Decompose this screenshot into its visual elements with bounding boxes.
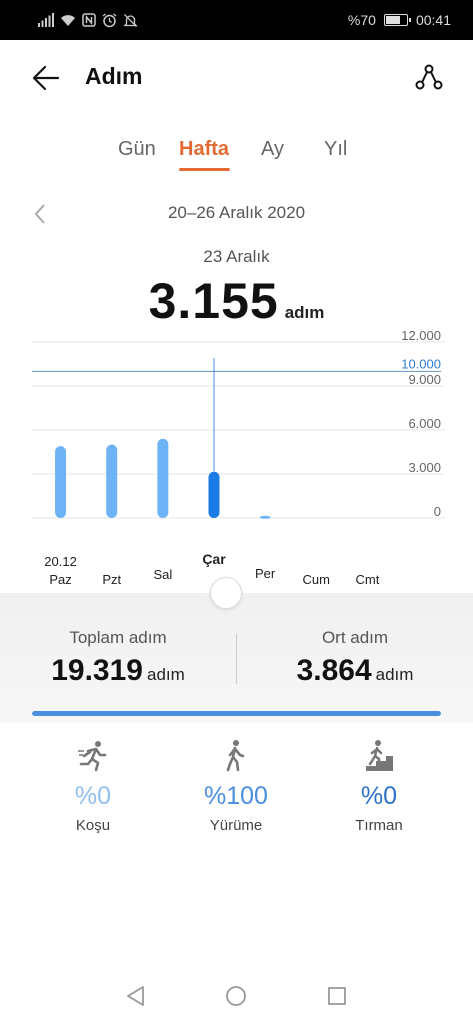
y-tick-label: 12.000: [401, 330, 441, 343]
bar-pzt: [106, 444, 118, 518]
running-label: Koşu: [75, 817, 111, 834]
average-steps-value: 3.864: [296, 654, 372, 687]
x-tick-label: Cmt: [356, 572, 380, 587]
tab-day[interactable]: Gün: [118, 138, 156, 161]
x-tick-label: Çar: [202, 551, 226, 567]
selected-steps: 3.155: [148, 273, 279, 329]
x-tick-label: Cum: [303, 572, 330, 587]
activity-climbing: %0 Tırman: [309, 738, 449, 834]
total-steps-value: 19.319: [51, 654, 143, 687]
back-button[interactable]: [26, 58, 66, 98]
walking-percent: %100: [204, 782, 268, 810]
route-button[interactable]: [409, 58, 449, 98]
period-tabs: Gün Hafta Ay Yıl: [0, 138, 473, 178]
activity-walking: %100 Yürüme: [166, 738, 306, 834]
status-icons-right: %70 00:41: [348, 11, 451, 29]
activity-progress-bar: [32, 711, 441, 716]
arrow-left-icon: [32, 65, 60, 91]
system-nav-bar: [0, 968, 473, 1024]
tab-week[interactable]: Hafta: [179, 138, 229, 161]
climbing-label: Tırman: [355, 817, 403, 834]
tab-year[interactable]: Yıl: [324, 138, 347, 161]
walking-label: Yürüme: [209, 817, 263, 834]
y-tick-label: 9.000: [408, 372, 441, 387]
activity-running: %0 Koşu: [23, 738, 163, 834]
selected-value: 3.155 adım: [0, 272, 473, 330]
walking-icon: [226, 740, 245, 772]
climbing-icon: [366, 740, 393, 771]
y-tick-label: 6.000: [408, 416, 441, 431]
wifi-icon: [60, 12, 76, 28]
bar-çar: [208, 471, 220, 518]
status-bar: %70 00:41: [0, 0, 473, 40]
average-steps-stat: Ort adım 3.864 adım: [237, 628, 473, 688]
selected-date: 23 Aralık: [203, 247, 270, 266]
home-nav-icon: [226, 986, 246, 1006]
x-tick-label: Paz: [49, 572, 71, 587]
date-range: 20–26 Aralık 2020: [167, 203, 306, 222]
status-time: 00:41: [415, 12, 451, 28]
total-steps-unit: adım: [146, 665, 185, 684]
alarm-icon: [102, 12, 117, 28]
bar-sal: [157, 438, 169, 518]
silent-icon: [123, 12, 138, 28]
average-steps-unit: adım: [375, 665, 414, 684]
status-icons-left: [38, 11, 138, 29]
activity-progress-fill: [32, 711, 441, 716]
steps-chart-svg: 12.000 9.000 6.000 3.000 0 10.000 Paz 20.12 Pzt S…: [32, 328, 445, 587]
date-range-row: 20–26 Aralık 2020: [0, 200, 473, 228]
app-header: Adım: [0, 40, 473, 116]
back-nav-icon: [127, 986, 144, 1006]
running-icon: [78, 741, 107, 772]
signal-icon: [38, 12, 54, 28]
bar-per: [259, 515, 271, 519]
tab-month[interactable]: Ay: [261, 138, 284, 161]
y-tick-label: 0: [434, 504, 441, 519]
y-tick-label: 3.000: [408, 460, 441, 475]
x-tick-label: Per: [255, 566, 276, 581]
nav-home-button[interactable]: [224, 984, 248, 1008]
total-steps-stat: Toplam adım 19.319 adım: [0, 628, 236, 688]
route-icon: [415, 64, 443, 90]
running-percent: %0: [74, 782, 112, 810]
x-tick-label: Pzt: [102, 572, 121, 587]
goal-label: 10.000: [401, 356, 441, 371]
x-tick-label: Sal: [153, 567, 172, 582]
battery-icon: [383, 14, 411, 26]
active-tab-indicator: [179, 168, 230, 171]
battery-percent: %70: [347, 12, 376, 28]
bar-paz: [55, 446, 67, 518]
chart-drag-handle[interactable]: [210, 577, 242, 609]
nav-recents-button[interactable]: [325, 984, 349, 1008]
selected-unit: adım: [284, 303, 325, 322]
steps-chart[interactable]: 12.000 9.000 6.000 3.000 0 10.000 Paz 20.12 Pzt S…: [0, 328, 473, 595]
average-steps-label: Ort adım: [321, 628, 389, 647]
recents-nav-icon: [328, 987, 346, 1005]
climbing-percent: %0: [360, 782, 398, 810]
nfc-icon: [82, 12, 96, 28]
nav-back-button[interactable]: [124, 984, 148, 1008]
total-steps-label: Toplam adım: [69, 628, 167, 647]
x-tick-date-label: 20.12: [44, 554, 77, 569]
page-title: Adım: [85, 63, 143, 89]
